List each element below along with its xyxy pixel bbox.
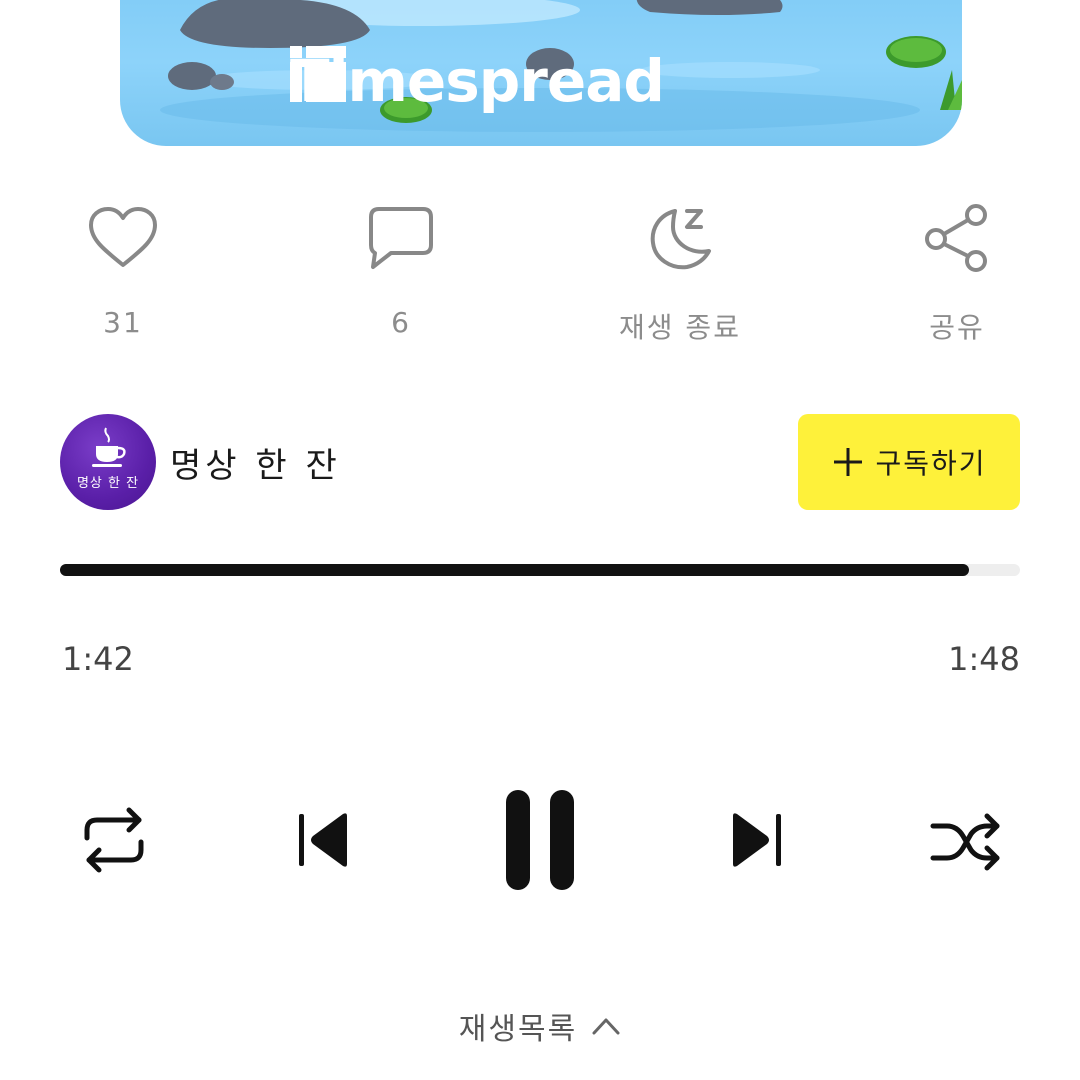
timespread-logo-icon xyxy=(290,46,346,102)
share-label: 공유 xyxy=(929,311,985,344)
comment-icon xyxy=(369,207,433,269)
channel-name[interactable]: 명상 한 잔 xyxy=(170,438,341,487)
chevron-up-icon xyxy=(592,1018,620,1035)
total-duration: 1:48 xyxy=(948,640,1020,678)
skip-next-icon xyxy=(733,813,781,867)
playlist-toggle[interactable]: 재생목록 xyxy=(440,1002,640,1050)
like-button[interactable]: 31 xyxy=(63,200,183,339)
shuffle-icon xyxy=(930,813,1000,871)
shuffle-button[interactable] xyxy=(928,808,1004,876)
comment-count: 6 xyxy=(391,306,411,339)
progress-bar[interactable] xyxy=(60,564,1020,576)
watermark-text: Timespread xyxy=(290,47,665,115)
coffee-cup-icon xyxy=(92,427,126,467)
repeat-icon xyxy=(84,807,144,873)
like-count: 31 xyxy=(103,306,143,339)
plus-icon xyxy=(834,448,863,476)
sleep-timer-button[interactable]: 재생 종료 xyxy=(618,200,742,346)
album-artwork: Timespread xyxy=(120,0,962,146)
avatar-text: 명상 한 잔 xyxy=(76,476,140,491)
next-button[interactable] xyxy=(724,806,790,874)
subscribe-button[interactable]: 구독하기 xyxy=(798,414,1020,510)
progress-fill xyxy=(60,564,970,576)
comment-button[interactable]: 6 xyxy=(341,200,461,339)
elapsed-time: 1:42 xyxy=(62,640,134,678)
channel-avatar[interactable]: 명상 한 잔 xyxy=(60,414,156,510)
heart-icon xyxy=(89,207,157,267)
share-icon xyxy=(925,204,987,272)
subscribe-label: 구독하기 xyxy=(875,447,987,480)
skip-previous-icon xyxy=(299,813,347,867)
sleep-timer-label: 재생 종료 xyxy=(619,311,741,344)
previous-button[interactable] xyxy=(290,806,356,874)
pause-button[interactable] xyxy=(500,784,580,896)
repeat-button[interactable] xyxy=(76,800,152,880)
moon-sleep-icon xyxy=(650,209,711,270)
pause-icon xyxy=(506,790,574,890)
playlist-label: 재생목록 xyxy=(458,1012,578,1047)
watermark: Timespread xyxy=(290,46,665,116)
share-button[interactable]: 공유 xyxy=(897,200,1017,346)
